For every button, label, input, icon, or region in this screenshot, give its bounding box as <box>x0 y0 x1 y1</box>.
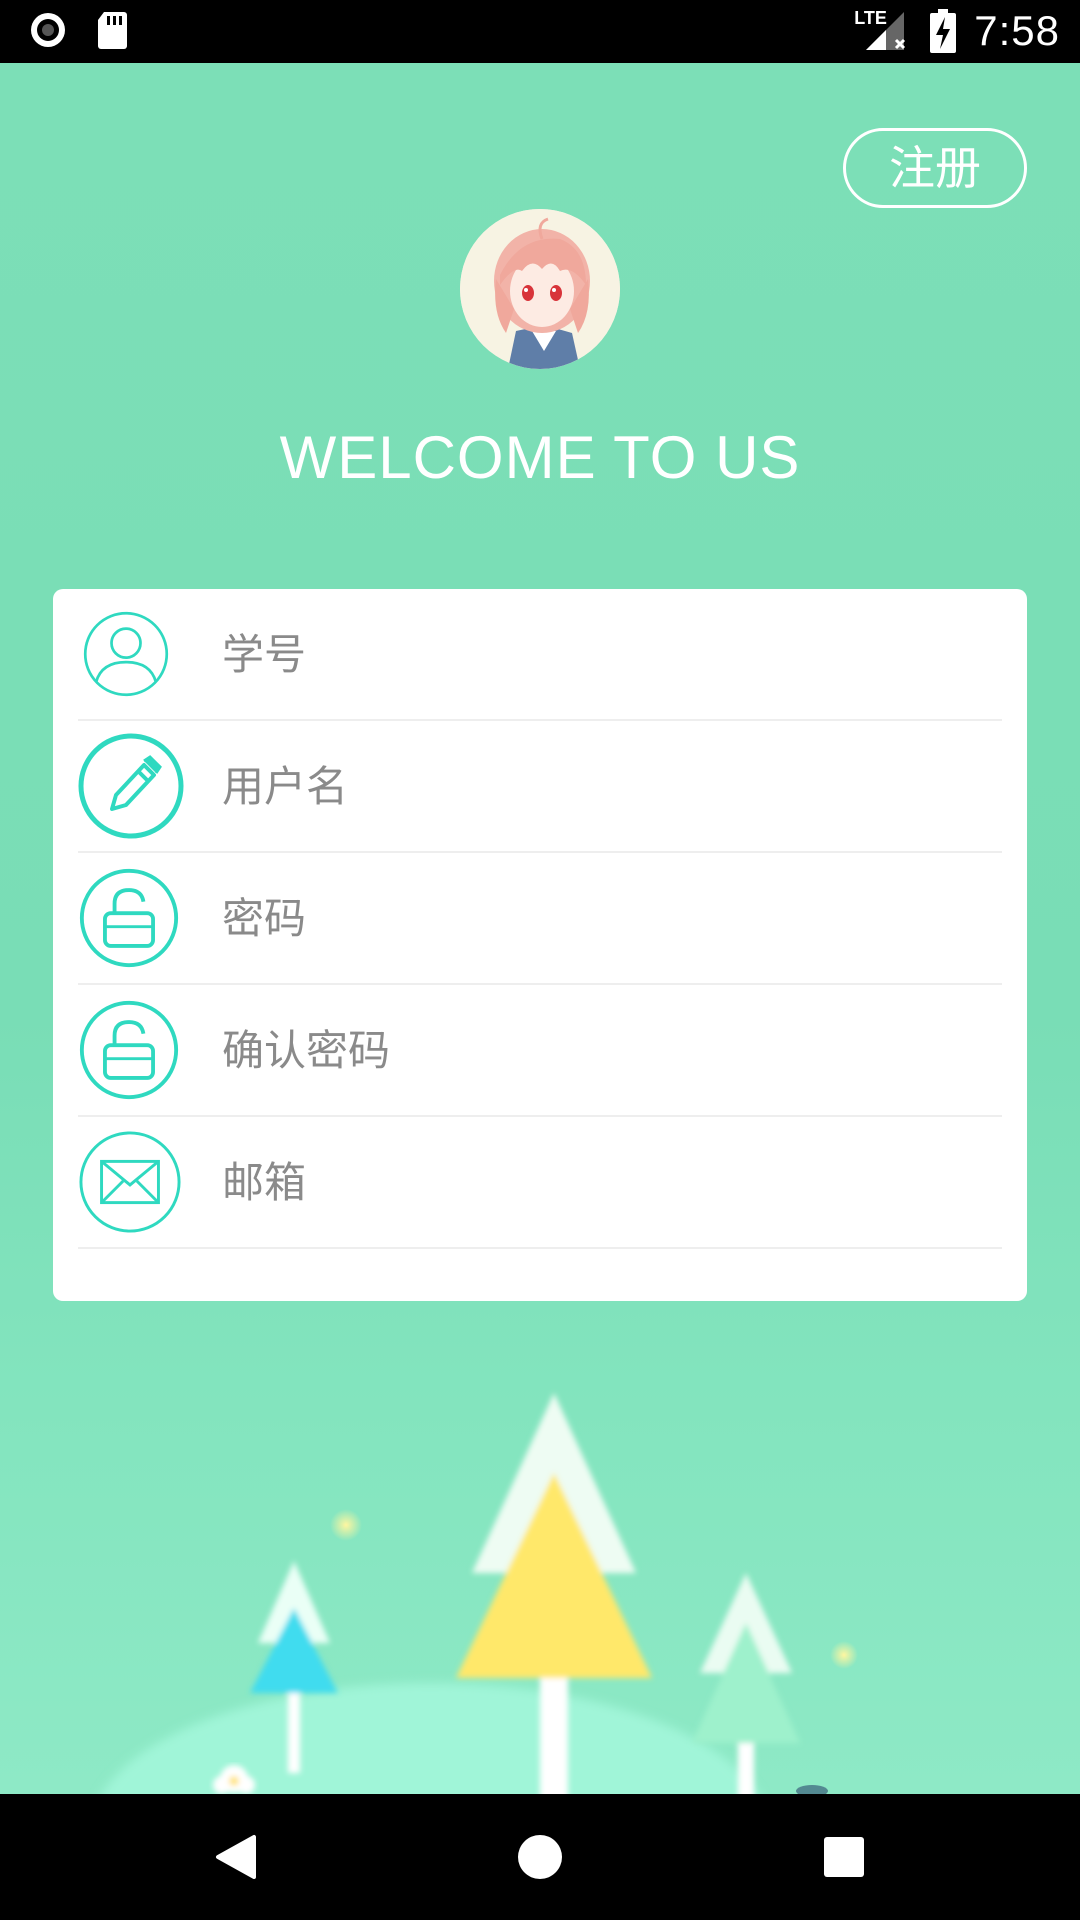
recents-icon <box>824 1837 864 1877</box>
mail-icon <box>79 1131 181 1233</box>
status-bar: LTE 7:58 <box>0 0 1080 63</box>
email-input[interactable] <box>222 1117 982 1247</box>
recents-button[interactable] <box>784 1794 904 1920</box>
confirm-password-input[interactable] <box>222 985 982 1115</box>
register-button[interactable]: 注册 <box>843 128 1027 208</box>
home-button[interactable] <box>480 1794 600 1920</box>
welcome-title: WELCOME TO US <box>279 424 801 491</box>
signal-icon <box>866 12 906 50</box>
username-input[interactable] <box>222 721 982 851</box>
home-icon <box>518 1835 562 1879</box>
form-row-username <box>78 721 1002 853</box>
register-form <box>53 589 1027 1301</box>
password-input[interactable] <box>222 853 982 983</box>
student-id-input[interactable] <box>222 589 982 719</box>
navigation-bar <box>0 1794 1080 1920</box>
user-icon <box>83 611 169 697</box>
pencil-icon <box>78 733 184 839</box>
sd-card-icon <box>98 12 127 49</box>
avatar <box>460 209 620 369</box>
back-button[interactable] <box>176 1794 296 1920</box>
back-icon <box>216 1835 256 1879</box>
record-icon <box>31 13 65 47</box>
app-screen: 注册 WELCOME TO US <box>0 63 1080 1794</box>
form-row-password <box>78 853 1002 985</box>
form-row-student-id <box>78 589 1002 721</box>
battery-charging-icon <box>930 9 957 53</box>
unlock-icon <box>79 1000 179 1100</box>
form-row-confirm-password <box>78 985 1002 1117</box>
unlock-icon <box>79 868 179 968</box>
clock: 7:58 <box>974 7 1060 54</box>
form-row-email <box>78 1117 1002 1249</box>
